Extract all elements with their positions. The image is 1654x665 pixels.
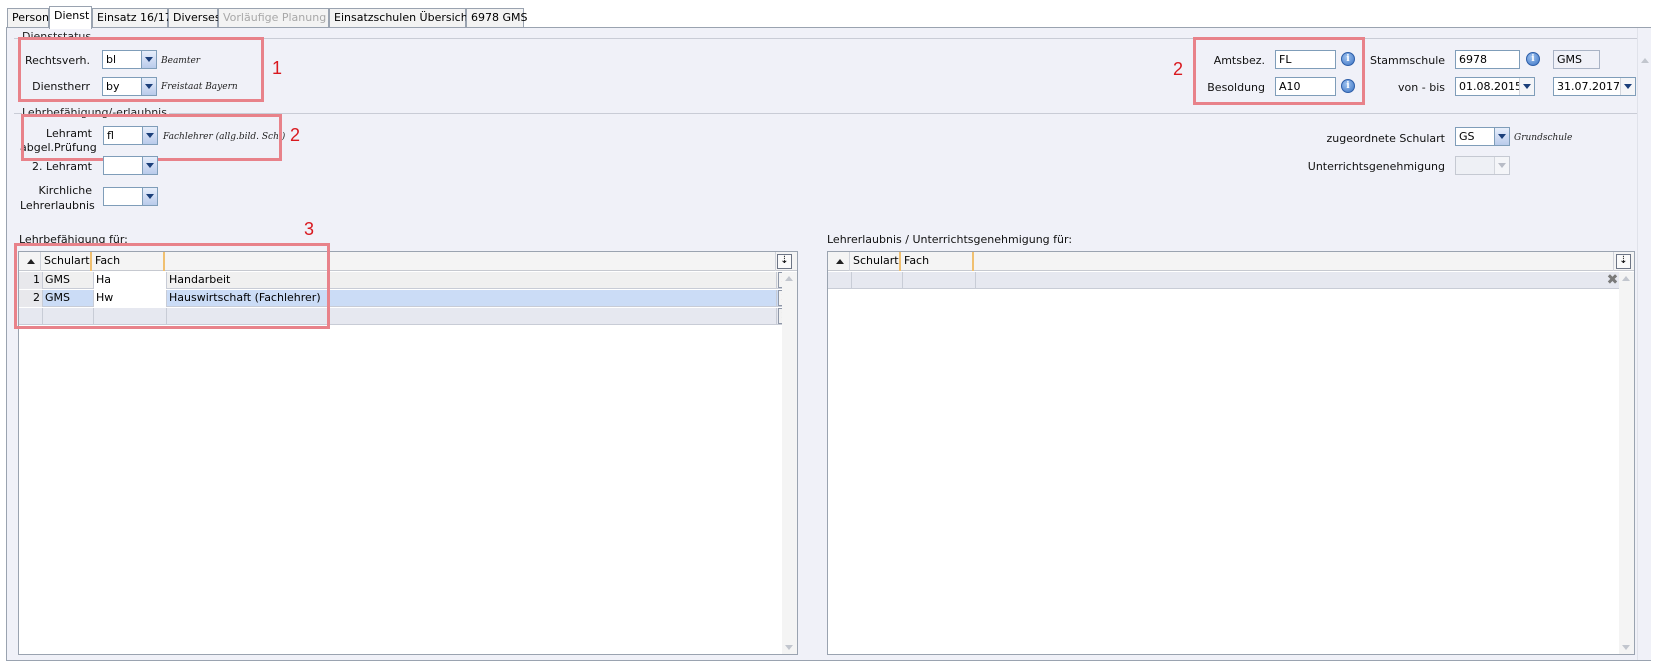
lehramt2-label: 2. Lehramt — [32, 160, 92, 173]
cell-bezeichnung[interactable] — [976, 272, 1616, 289]
annotation-2b: 2 — [290, 125, 301, 145]
scroll-up-icon[interactable] — [785, 276, 793, 281]
highlight-box-3 — [14, 243, 330, 329]
vertical-scrollbar[interactable] — [1619, 272, 1634, 654]
unterrichtsgenehmigung-label: Unterrichtsgenehmigung — [1307, 160, 1445, 173]
scroll-down-icon[interactable] — [785, 645, 793, 650]
schulart-label: zugeordnete Schulart — [1326, 132, 1445, 145]
kirchliche-label-line2: Lehrerlaubnis — [20, 199, 95, 212]
schulart-value: GS — [1459, 130, 1475, 143]
stammschule-type-value: GMS — [1557, 53, 1582, 66]
lehrerlaubnis-grid: Schulart Fach ⇣ ✖ — [827, 251, 1635, 655]
tab-einsatzschulen-uebersicht[interactable]: Einsatzschulen Übersicht — [329, 8, 472, 28]
von-bis-label: von - bis — [1398, 81, 1445, 94]
chevron-down-icon[interactable] — [1494, 128, 1509, 145]
scroll-up-icon[interactable] — [1641, 58, 1649, 63]
schulart-select[interactable]: GS — [1455, 127, 1510, 146]
chevron-down-icon[interactable] — [142, 188, 157, 205]
panel-scrollbar[interactable] — [1637, 28, 1651, 660]
highlight-box-2a — [1193, 37, 1365, 105]
annotation-1: 1 — [272, 58, 283, 78]
cell-schulart[interactable] — [852, 272, 903, 289]
bis-date-value: 31.07.2017 — [1557, 80, 1620, 93]
column-header-bezeichnung[interactable] — [974, 252, 1614, 271]
lehramt2-select[interactable] — [103, 156, 158, 175]
stammschule-label: Stammschule — [1370, 54, 1446, 67]
right-grid-title: Lehrerlaubnis / Unterrichtsgenehmigung f… — [827, 233, 1073, 246]
column-header-fach[interactable]: Fach — [901, 252, 974, 271]
row-number — [828, 272, 852, 289]
chevron-down-icon[interactable] — [1494, 157, 1509, 174]
stammschule-input[interactable]: 6978 — [1455, 50, 1520, 69]
scroll-down-icon[interactable] — [1622, 645, 1630, 650]
cell-fach[interactable] — [903, 272, 976, 289]
annotation-2a: 2 — [1173, 59, 1184, 79]
info-icon[interactable]: i — [1526, 52, 1540, 66]
stammschule-value: 6978 — [1459, 53, 1487, 66]
annotation-3: 3 — [304, 219, 315, 239]
vertical-scrollbar[interactable] — [782, 272, 797, 654]
tab-einsatz[interactable]: Einsatz 16/17 — [92, 8, 172, 28]
highlight-box-1 — [18, 37, 264, 102]
highlight-box-2b — [21, 114, 282, 161]
grid-header: Schulart Fach ⇣ — [828, 252, 1634, 271]
unterrichtsgenehmigung-select[interactable] — [1455, 156, 1510, 175]
new-table-row[interactable]: ✖ — [828, 272, 1634, 289]
tab-diverses[interactable]: Diverses — [168, 8, 221, 28]
kirchliche-select[interactable] — [103, 187, 158, 206]
chevron-down-icon[interactable] — [1519, 78, 1534, 95]
tab-bar: Person Dienst Einsatz 16/17 Diverses Vor… — [0, 0, 1654, 29]
kirchliche-label-line1: Kirchliche — [38, 184, 92, 197]
chevron-down-icon[interactable] — [142, 157, 157, 174]
tab-vorlaeufige-planung: Vorläufige Planung — [218, 8, 329, 28]
tab-dienst[interactable]: Dienst — [49, 6, 92, 29]
stammschule-type: GMS — [1553, 50, 1600, 69]
column-chooser-icon[interactable]: ⇣ — [1616, 254, 1631, 269]
chevron-down-icon[interactable] — [1620, 78, 1635, 95]
scroll-up-icon[interactable] — [1622, 276, 1630, 281]
tab-person[interactable]: Person — [7, 8, 49, 28]
schulart-note: Grundschule — [1514, 133, 1573, 143]
sort-column[interactable] — [828, 252, 850, 271]
sort-up-icon — [836, 259, 844, 264]
von-date-value: 01.08.2015 — [1459, 80, 1522, 93]
column-header-schulart[interactable]: Schulart — [850, 252, 901, 271]
column-chooser-icon[interactable]: ⇣ — [777, 254, 792, 269]
tab-6978-gms[interactable]: 6978 GMS — [466, 8, 528, 28]
bis-date-picker[interactable]: 31.07.2017 — [1553, 77, 1636, 96]
von-date-picker[interactable]: 01.08.2015 — [1455, 77, 1535, 96]
